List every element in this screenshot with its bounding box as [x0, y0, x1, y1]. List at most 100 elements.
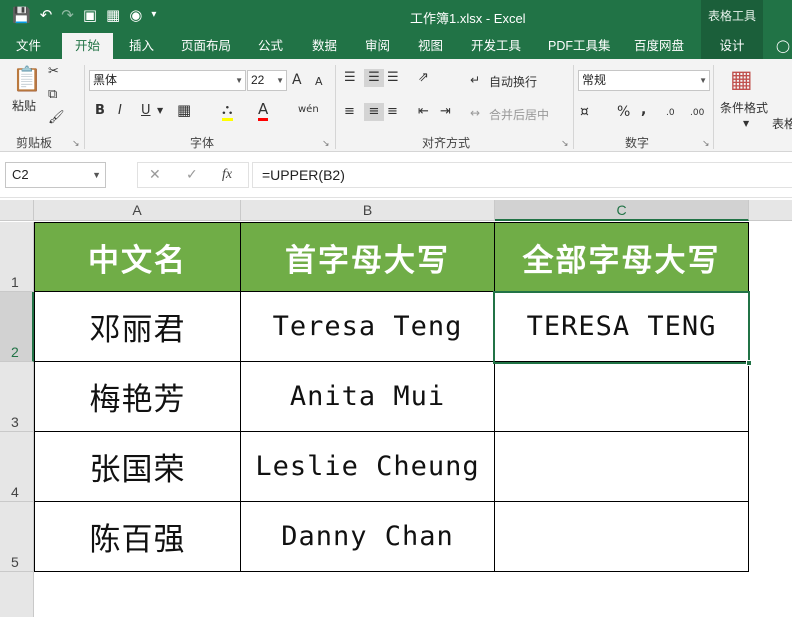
tab-formulas[interactable]: 公式: [250, 33, 291, 59]
merge-center-button[interactable]: 合并后居中: [489, 106, 549, 123]
borders-icon[interactable]: ▦: [177, 101, 191, 119]
copy-icon[interactable]: ⧉: [48, 86, 57, 104]
cell-a5[interactable]: 陈百强: [34, 502, 241, 572]
row-header-2[interactable]: 2: [0, 292, 34, 362]
comma-style-icon[interactable]: ,: [641, 101, 646, 119]
shrink-font-button[interactable]: A: [315, 73, 323, 91]
column-header-c[interactable]: C: [495, 200, 749, 221]
tab-file[interactable]: 文件: [8, 33, 49, 59]
tab-design[interactable]: 设计: [701, 33, 763, 59]
cell-c4[interactable]: [495, 432, 749, 502]
decrease-indent-icon[interactable]: ⇤: [418, 103, 429, 121]
chevron-down-icon[interactable]: ▼: [157, 102, 163, 120]
font-size-combo[interactable]: 22 ▼: [247, 70, 287, 91]
screenshot-icon[interactable]: ▣: [83, 5, 97, 25]
font-launcher-icon[interactable]: ↘: [322, 138, 330, 149]
underline-button[interactable]: U: [141, 102, 151, 120]
row-header-3[interactable]: 3: [0, 362, 34, 432]
align-right-icon[interactable]: ≡: [387, 103, 398, 121]
undo-icon[interactable]: ↶: [40, 5, 53, 25]
row-header-1[interactable]: 1: [0, 222, 34, 292]
fill-color-icon[interactable]: ⛬: [222, 100, 233, 121]
cell-c3[interactable]: [495, 362, 749, 432]
conditional-formatting-button[interactable]: 条件格式: [720, 99, 768, 116]
cell-a2[interactable]: 邓丽君: [34, 292, 241, 362]
chevron-down-icon: ▼: [235, 76, 243, 85]
cell-c2[interactable]: TERESA TENG: [495, 292, 749, 362]
column-header-d[interactable]: [749, 200, 792, 221]
format-as-table-button[interactable]: 表格: [772, 115, 792, 132]
cell-b5[interactable]: Danny Chan: [241, 502, 495, 572]
font-group-label: 字体: [190, 136, 215, 150]
insert-function-icon[interactable]: fx: [222, 167, 232, 183]
insert-picture-icon[interactable]: ▦: [106, 5, 120, 25]
format-painter-icon[interactable]: 🖌: [48, 109, 65, 127]
font-name-combo[interactable]: 黑体 ▼: [89, 70, 246, 91]
row-header-5[interactable]: 5: [0, 502, 34, 572]
row-header-blank: [0, 572, 34, 617]
select-all-corner[interactable]: [0, 200, 34, 221]
font-color-button[interactable]: A: [258, 100, 269, 121]
tab-page-layout[interactable]: 页面布局: [173, 33, 239, 59]
enter-icon[interactable]: ✓: [186, 167, 198, 183]
row-header-4[interactable]: 4: [0, 432, 34, 502]
align-top-icon[interactable]: ☰: [344, 69, 356, 87]
tab-review[interactable]: 审阅: [357, 33, 398, 59]
name-box-value: C2: [12, 167, 29, 182]
wrap-text-icon: ↵: [470, 73, 481, 87]
number-format-combo[interactable]: 常规 ▼: [578, 70, 710, 91]
bold-button[interactable]: B: [95, 102, 105, 120]
column-header-a[interactable]: A: [34, 200, 241, 221]
tab-insert[interactable]: 插入: [121, 33, 162, 59]
column-header-b[interactable]: B: [241, 200, 495, 221]
tab-pdf[interactable]: PDF工具集: [540, 33, 619, 59]
paste-icon[interactable]: 📋: [12, 65, 42, 93]
cell-c5[interactable]: [495, 502, 749, 572]
clipboard-launcher-icon[interactable]: ↘: [72, 138, 80, 149]
paste-button[interactable]: 粘贴: [12, 97, 36, 114]
camera-icon[interactable]: ◉: [129, 5, 142, 25]
tab-baidu[interactable]: 百度网盘: [626, 33, 692, 59]
name-box[interactable]: C2 ▼: [5, 162, 106, 188]
cell-b2[interactable]: Teresa Teng: [241, 292, 495, 362]
decrease-decimal-icon[interactable]: .00: [690, 104, 704, 122]
tab-view[interactable]: 视图: [410, 33, 451, 59]
tab-developer[interactable]: 开发工具: [463, 33, 529, 59]
conditional-formatting-icon[interactable]: ▦: [730, 65, 753, 93]
align-left-icon[interactable]: ≡: [344, 103, 355, 121]
formula-input[interactable]: =UPPER(B2): [252, 162, 792, 188]
customize-icon[interactable]: ▾: [151, 5, 156, 25]
increase-decimal-icon[interactable]: .0: [666, 104, 675, 122]
align-center-icon[interactable]: ≡: [364, 103, 384, 121]
cell-a1[interactable]: 中文名: [34, 222, 241, 292]
redo-icon[interactable]: ↷: [61, 5, 74, 25]
save-icon[interactable]: 💾: [12, 5, 31, 25]
wrap-text-button[interactable]: 自动换行: [489, 73, 537, 90]
lightbulb-icon[interactable]: ◯: [768, 33, 792, 59]
align-middle-icon[interactable]: ☰: [364, 69, 384, 87]
cell-b4[interactable]: Leslie Cheung: [241, 432, 495, 502]
cell-b3[interactable]: Anita Mui: [241, 362, 495, 432]
grow-font-button[interactable]: A: [292, 71, 302, 89]
number-group-label: 数字: [625, 136, 650, 150]
percent-style-icon[interactable]: %: [617, 103, 630, 121]
ribbon-tabs: 文件 开始 插入 页面布局 公式 数据 审阅 视图 开发工具 PDF工具集 百度…: [0, 33, 792, 59]
italic-button[interactable]: I: [118, 102, 122, 120]
cut-icon[interactable]: ✂: [48, 63, 59, 81]
phonetic-button[interactable]: wén: [298, 101, 319, 119]
chevron-down-icon[interactable]: ▼: [743, 115, 749, 133]
cell-a4[interactable]: 张国荣: [34, 432, 241, 502]
cell-a3[interactable]: 梅艳芳: [34, 362, 241, 432]
alignment-launcher-icon[interactable]: ↘: [561, 138, 569, 149]
increase-indent-icon[interactable]: ⇥: [440, 103, 451, 121]
clipboard-group-label: 剪贴板: [16, 136, 53, 150]
orientation-icon[interactable]: ⇗: [418, 69, 429, 87]
align-bottom-icon[interactable]: ☰: [387, 69, 399, 87]
cell-b1[interactable]: 首字母大写: [241, 222, 495, 292]
accounting-format-icon[interactable]: ¤: [580, 103, 589, 121]
number-launcher-icon[interactable]: ↘: [702, 138, 710, 149]
cancel-icon[interactable]: ✕: [149, 167, 161, 183]
tab-data[interactable]: 数据: [304, 33, 345, 59]
cell-c1[interactable]: 全部字母大写: [495, 222, 749, 292]
tab-home[interactable]: 开始: [62, 33, 113, 59]
